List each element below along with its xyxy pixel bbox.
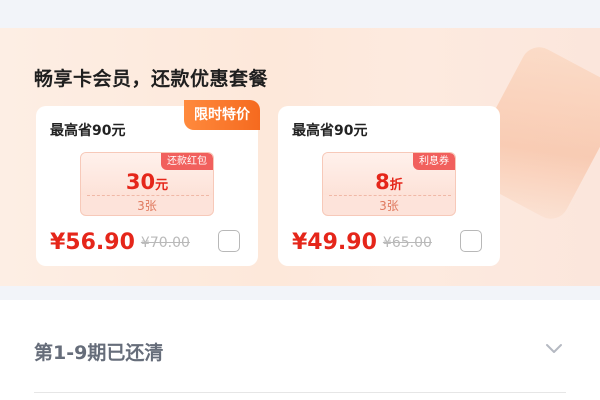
select-checkbox[interactable] <box>218 230 240 252</box>
coupon-value: 30元 <box>81 170 213 194</box>
package-card-1[interactable]: 限时特价 最高省90元 还款红包 30元 3张 ¥56.90 ¥70.00 <box>36 100 260 266</box>
repayment-period-row[interactable]: 第1-9期已还清 <box>0 300 600 400</box>
price-row: ¥49.90 ¥65.00 <box>292 230 432 260</box>
coupon-count: 3张 <box>379 199 399 213</box>
period-status-label: 第1-9期已还清 <box>34 342 164 364</box>
coupon-divider <box>329 195 451 196</box>
select-checkbox[interactable] <box>460 230 482 252</box>
max-savings-label: 最高省90元 <box>50 123 126 139</box>
sale-price: ¥49.90 <box>292 230 377 255</box>
divider <box>34 392 566 393</box>
membership-promo-panel: 畅享卡会员，还款优惠套餐 限时特价 最高省90元 还款红包 30元 3张 ¥56… <box>0 28 600 286</box>
coupon-value: 8折 <box>323 170 455 194</box>
package-card-2[interactable]: 最高省90元 利息券 8折 3张 ¥49.90 ¥65.00 <box>278 106 500 266</box>
coupon-divider <box>87 195 209 196</box>
price-row: ¥56.90 ¥70.00 <box>50 230 190 260</box>
coupon-ticket: 利息券 8折 3张 <box>322 152 456 216</box>
original-price: ¥70.00 <box>140 234 190 251</box>
coupon-amount: 30 <box>125 170 156 194</box>
promo-title: 畅享卡会员，还款优惠套餐 <box>34 68 269 90</box>
coupon-amount: 8 <box>375 170 390 194</box>
original-price: ¥65.00 <box>382 234 432 251</box>
top-spacer <box>0 0 600 28</box>
limited-offer-badge: 限时特价 <box>184 100 260 130</box>
sale-price: ¥56.90 <box>50 230 135 255</box>
max-savings-label: 最高省90元 <box>292 123 368 139</box>
coupon-type-tag: 利息券 <box>413 153 455 170</box>
coupon-ticket: 还款红包 30元 3张 <box>80 152 214 216</box>
coupon-unit: 元 <box>155 178 169 193</box>
chevron-down-icon[interactable] <box>544 338 564 358</box>
coupon-count: 3张 <box>137 199 157 213</box>
coupon-type-tag: 还款红包 <box>161 153 213 170</box>
coupon-unit: 折 <box>389 178 403 193</box>
